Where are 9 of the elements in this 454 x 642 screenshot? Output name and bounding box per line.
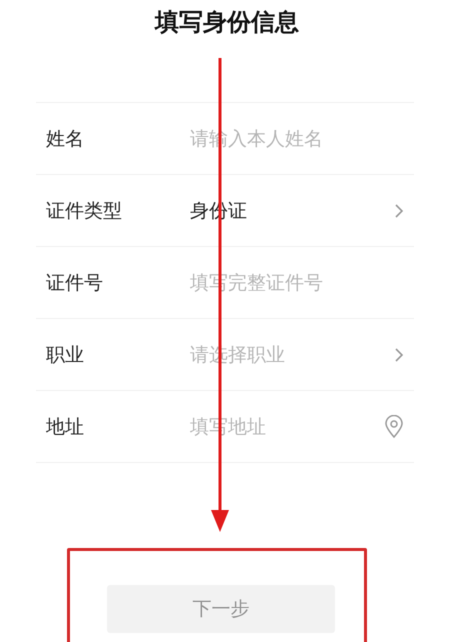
field-label: 姓名 bbox=[46, 126, 85, 152]
page-title: 填写身份信息 bbox=[155, 7, 299, 38]
field-label: 职业 bbox=[46, 342, 85, 368]
field-label: 证件类型 bbox=[46, 198, 123, 224]
location-pin-icon bbox=[384, 414, 404, 438]
chevron-right-icon bbox=[394, 202, 404, 218]
field-label: 证件号 bbox=[46, 270, 104, 296]
chevron-right-icon bbox=[394, 346, 404, 362]
field-label: 地址 bbox=[46, 414, 85, 440]
